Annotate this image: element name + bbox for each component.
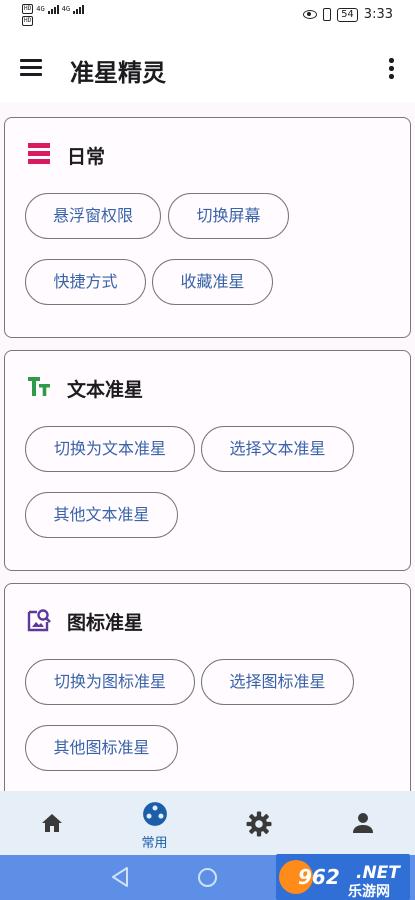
bottom-navigation: 常用 [0,791,415,855]
clock: 3:33 [363,7,393,22]
other-text-button[interactable]: 其他文本准星 [25,492,178,538]
hamburger-menu-icon[interactable] [20,59,44,77]
app-bar: 准星精灵 [0,34,415,102]
network-type: 4G [61,5,71,13]
network-type: 4G [36,5,45,13]
hd-badge: HD [22,4,34,14]
home-circle-icon[interactable] [198,868,217,887]
select-text-button[interactable]: 选择文本准星 [201,426,354,472]
switch-to-text-button[interactable]: 切换为文本准星 [25,426,195,472]
vibrate-icon [323,8,332,21]
image-search-icon [27,609,51,632]
text-icon [28,377,50,396]
battery-icon: 54 [337,7,358,22]
nav-item-profile[interactable] [311,791,414,855]
signal-bars-icon [73,4,85,14]
nav-item-common[interactable]: 常用 [103,791,206,855]
palette-icon [142,802,167,826]
nav-label: 常用 [141,836,168,851]
status-bar: HD 4G 4G HD 54 3:33 [0,0,415,34]
svg-text:962: 962 [298,865,340,889]
svg-text:.NET: .NET [356,863,401,883]
select-icon-button[interactable]: 选择图标准星 [201,659,354,705]
shortcut-button[interactable]: 快捷方式 [25,259,146,305]
settings-icon [246,811,271,837]
hd-badge: HD [22,16,34,26]
card-daily: 日常 悬浮窗权限 切换屏幕 快捷方式 收藏准星 [4,117,411,338]
status-right: 54 3:33 [303,7,393,22]
card-title: 日常 [67,146,106,168]
signal-bars-icon [47,4,59,14]
signal-group: HD 4G 4G HD [22,4,85,26]
nav-item-settings[interactable] [207,791,310,855]
card-title: 文本准星 [67,379,144,401]
person-icon [352,813,373,833]
back-triangle-icon[interactable] [110,866,130,888]
overlay-permission-button[interactable]: 悬浮窗权限 [25,193,161,239]
eye-comfort-icon [303,10,318,19]
favorite-crosshair-button[interactable]: 收藏准星 [152,259,273,305]
nav-item-home[interactable] [0,791,103,855]
daily-icon [28,143,50,164]
more-vert-icon[interactable] [387,58,395,80]
app-title: 准星精灵 [70,59,166,87]
card-icon-crosshair: 图标准星 切换为图标准星 选择图标准星 其他图标准星 [4,583,411,813]
svg-text:乐游网: 乐游网 [348,883,390,900]
card-text-crosshair: 文本准星 切换为文本准星 选择文本准星 其他文本准星 [4,350,411,571]
home-icon [41,814,62,832]
other-icon-button[interactable]: 其他图标准星 [25,725,178,771]
switch-screen-button[interactable]: 切换屏幕 [168,193,289,239]
watermark-logo: 962 .NET 乐游网 [276,854,410,900]
switch-to-icon-button[interactable]: 切换为图标准星 [25,659,195,705]
card-title: 图标准星 [67,612,144,634]
